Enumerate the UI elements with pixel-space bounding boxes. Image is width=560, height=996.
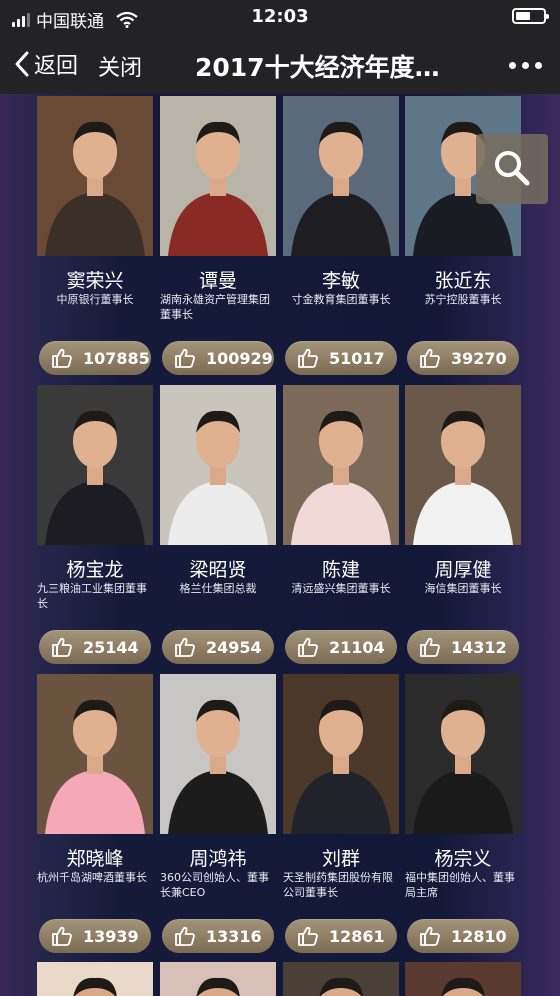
candidate-title: 杭州千岛湖啤酒董事长 bbox=[37, 871, 147, 884]
candidate-photo[interactable] bbox=[160, 96, 276, 256]
zoom-button[interactable] bbox=[476, 134, 548, 204]
back-label: 返回 bbox=[34, 54, 79, 79]
vote-count: 24954 bbox=[206, 637, 262, 657]
candidate-name: 窦荣兴 bbox=[66, 270, 124, 292]
candidate-name: 周鸿祎 bbox=[189, 848, 247, 870]
thumbs-up-icon bbox=[175, 926, 195, 946]
candidate-list[interactable]: 窦荣兴 中原银行董事长 107885 谭曼 湖南永雄资产管理集团董事长 1009… bbox=[0, 94, 560, 996]
thumbs-up-icon bbox=[52, 926, 72, 946]
candidate-photo[interactable] bbox=[160, 385, 276, 545]
thumbs-up-icon bbox=[420, 926, 440, 946]
vote-count: 107885 bbox=[83, 348, 150, 368]
candidate-photo-partial[interactable] bbox=[160, 962, 276, 996]
thumbs-up-icon bbox=[175, 348, 195, 368]
candidate-photo-partial[interactable] bbox=[283, 962, 399, 996]
thumbs-up-icon bbox=[420, 348, 440, 368]
vote-button[interactable]: 24954 bbox=[162, 630, 274, 664]
vote-button[interactable]: 12861 bbox=[285, 919, 397, 953]
status-bar: 中国联通 12:03 bbox=[0, 0, 560, 34]
candidate-title: 格兰仕集团总裁 bbox=[179, 582, 257, 595]
vote-button[interactable]: 51017 bbox=[285, 341, 397, 375]
candidate-name: 杨宝龙 bbox=[66, 559, 124, 581]
thumbs-up-icon bbox=[298, 926, 318, 946]
vote-count: 13316 bbox=[206, 926, 262, 946]
candidate-title: 360公司创始人、董事长兼CEO bbox=[160, 871, 269, 899]
candidate-title: 中原银行董事长 bbox=[56, 293, 134, 306]
vote-count: 100929 bbox=[206, 348, 273, 368]
candidate-photo[interactable] bbox=[37, 674, 153, 834]
candidate-title: 寸金教育集团董事长 bbox=[291, 293, 391, 306]
magnifier-icon bbox=[495, 151, 530, 186]
candidate-photo[interactable] bbox=[405, 385, 521, 545]
candidate-name: 李敏 bbox=[321, 270, 360, 292]
candidate-name: 郑晓峰 bbox=[66, 848, 124, 870]
vote-button[interactable]: 12810 bbox=[407, 919, 519, 953]
candidate-photo[interactable] bbox=[283, 96, 399, 256]
candidate-photo-partial[interactable] bbox=[37, 962, 153, 996]
candidate-photo[interactable] bbox=[37, 96, 153, 256]
vote-button[interactable]: 39270 bbox=[407, 341, 519, 375]
thumbs-up-icon bbox=[52, 348, 72, 368]
vote-button[interactable]: 25144 bbox=[39, 630, 151, 664]
candidate-title: 清远盛兴集团董事长 bbox=[291, 582, 391, 595]
vote-count: 21104 bbox=[329, 637, 385, 657]
candidate-name: 杨宗义 bbox=[434, 848, 492, 870]
clock: 12:03 bbox=[251, 6, 309, 27]
thumbs-up-icon bbox=[298, 637, 318, 657]
vote-count: 39270 bbox=[451, 348, 507, 368]
vote-button[interactable]: 107885 bbox=[39, 341, 151, 375]
nav-bar: 返回 关闭 2017十大经济年度… bbox=[0, 34, 560, 94]
back-button[interactable]: 返回 bbox=[14, 48, 78, 80]
vote-button[interactable]: 13316 bbox=[162, 919, 274, 953]
vote-count: 13939 bbox=[83, 926, 139, 946]
candidate-name: 刘群 bbox=[321, 848, 360, 870]
candidate-name: 张近东 bbox=[434, 270, 492, 292]
candidate-title: 苏宁控股董事长 bbox=[424, 293, 502, 306]
battery-icon bbox=[512, 8, 549, 24]
candidate-photo[interactable] bbox=[37, 385, 153, 545]
thumbs-up-icon bbox=[420, 637, 440, 657]
candidate-name: 谭曼 bbox=[198, 270, 237, 292]
candidate-title: 天圣制药集团股份有限公司董事长 bbox=[283, 871, 393, 899]
candidate-title: 九三粮油工业集团董事长 bbox=[37, 582, 147, 610]
thumbs-up-icon bbox=[175, 637, 195, 657]
vote-count: 12861 bbox=[329, 926, 385, 946]
more-dots-icon[interactable] bbox=[509, 62, 542, 69]
candidate-title: 福中集团创始人、董事局主席 bbox=[405, 871, 515, 899]
vote-button[interactable]: 21104 bbox=[285, 630, 397, 664]
candidate-title: 湖南永雄资产管理集团董事长 bbox=[160, 293, 270, 321]
candidate-photo[interactable] bbox=[283, 385, 399, 545]
candidate-photo[interactable] bbox=[405, 674, 521, 834]
candidate-name: 周厚健 bbox=[434, 559, 492, 581]
candidate-photo[interactable] bbox=[283, 674, 399, 834]
vote-count: 25144 bbox=[83, 637, 139, 657]
chevron-left-icon bbox=[15, 51, 29, 77]
vote-count: 14312 bbox=[451, 637, 507, 657]
vote-button[interactable]: 14312 bbox=[407, 630, 519, 664]
candidate-name: 陈建 bbox=[321, 559, 360, 581]
candidate-name: 梁昭贤 bbox=[189, 559, 247, 581]
vote-button[interactable]: 100929 bbox=[162, 341, 274, 375]
close-button[interactable]: 关闭 bbox=[98, 50, 142, 82]
vote-count: 51017 bbox=[329, 348, 385, 368]
vote-count: 12810 bbox=[451, 926, 507, 946]
vote-button[interactable]: 13939 bbox=[39, 919, 151, 953]
thumbs-up-icon bbox=[52, 637, 72, 657]
candidate-photo-partial[interactable] bbox=[405, 962, 521, 996]
candidate-title: 海信集团董事长 bbox=[424, 582, 502, 595]
candidate-photo[interactable] bbox=[160, 674, 276, 834]
page-title: 2017十大经济年度… bbox=[195, 53, 440, 82]
thumbs-up-icon bbox=[298, 348, 318, 368]
